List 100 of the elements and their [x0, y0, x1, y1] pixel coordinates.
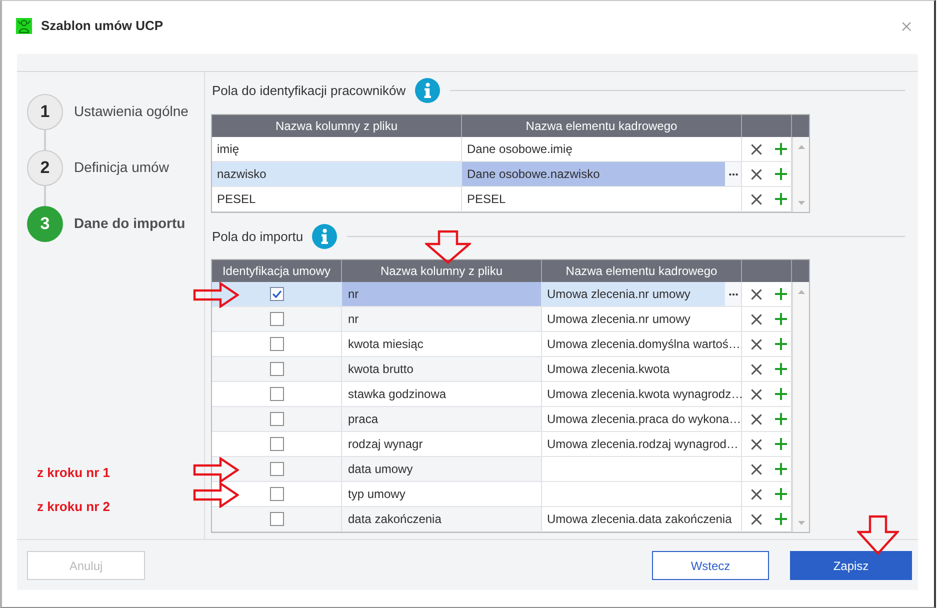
more-button[interactable]	[725, 162, 741, 186]
table-cell-text: typ umowy	[347, 486, 406, 503]
table-cell-text: Umowa zlecenia.data zakończenia	[546, 511, 733, 528]
plus-icon[interactable]	[775, 168, 787, 180]
cross-icon[interactable]	[751, 288, 762, 300]
more-button[interactable]	[725, 282, 741, 306]
scroll-up-icon[interactable]	[798, 145, 804, 149]
step-connector	[44, 186, 46, 206]
section-title: Pola do importu	[211, 229, 304, 244]
table-row[interactable]: praca Umowa zlecenia.praca do wykona…	[212, 407, 792, 432]
table-row[interactable]: rodzaj wynagr Umowa zlecenia.rodzaj wynagrod…	[212, 432, 792, 457]
table-cell-text: Umowa zlecenia.domyślna wartoś…	[546, 336, 741, 353]
plus-icon[interactable]	[775, 413, 787, 425]
table-row[interactable]: data zakończenia Umowa zlecenia.data zakończenia	[212, 507, 792, 532]
close-icon[interactable]	[902, 22, 911, 31]
plus-icon[interactable]	[775, 438, 787, 450]
scrollbar[interactable]	[792, 282, 809, 532]
cross-icon[interactable]	[751, 388, 762, 400]
checkbox[interactable]	[270, 312, 284, 326]
table-row[interactable]: nr Umowa zlecenia.nr umowy	[212, 282, 792, 307]
ellipsis-icon	[728, 292, 738, 296]
cross-icon[interactable]	[751, 338, 762, 350]
checkbox[interactable]	[270, 412, 284, 426]
step-label: Ustawienia ogólne	[74, 102, 188, 118]
app-icon	[16, 18, 32, 34]
cross-icon[interactable]	[751, 438, 762, 450]
plus-icon[interactable]	[775, 488, 787, 500]
step-label: Dane do importu	[74, 214, 186, 230]
table-cell-text: PESEL	[216, 191, 257, 208]
cross-icon[interactable]	[751, 514, 762, 524]
cross-icon[interactable]	[751, 144, 762, 154]
cross-icon[interactable]	[751, 168, 762, 180]
cross-icon[interactable]	[751, 194, 762, 204]
table-row[interactable]: kwota miesiąc Umowa zlecenia.domyślna wartoś…	[212, 332, 792, 357]
table-cell-text: praca	[347, 411, 380, 428]
plus-icon[interactable]	[775, 193, 787, 205]
scroll-down-icon[interactable]	[798, 521, 804, 525]
checkbox[interactable]	[270, 362, 284, 376]
step-label: Definicja umów	[74, 158, 169, 174]
table-row[interactable]: PESEL PESEL	[212, 187, 792, 212]
table-cell-text: Umowa zlecenia.praca do wykona…	[546, 411, 742, 428]
checkbox[interactable]	[270, 437, 284, 451]
cross-icon[interactable]	[751, 414, 762, 424]
table-cell-text: Umowa zlecenia.nr umowy	[546, 286, 692, 303]
table-cell-text: rodzaj wynagr	[347, 436, 424, 453]
checkbox[interactable]	[270, 462, 284, 476]
window-title: Szablon umów UCP	[41, 18, 164, 34]
table-cell-text: imię	[216, 141, 240, 158]
info-icon[interactable]	[414, 78, 440, 103]
scrollbar[interactable]	[792, 137, 809, 212]
back-button[interactable]: Wstecz	[652, 551, 769, 580]
checkbox[interactable]	[270, 487, 284, 501]
table-cell-text: nr	[347, 311, 360, 328]
checkbox[interactable]	[270, 512, 284, 526]
plus-icon[interactable]	[775, 363, 787, 375]
table-cell-text: Umowa zlecenia.kwota	[546, 361, 671, 378]
plus-icon[interactable]	[775, 313, 787, 325]
table-row[interactable]: nazwisko Dane osobowe.nazwisko	[212, 162, 792, 187]
plus-icon[interactable]	[775, 143, 787, 155]
scroll-up-icon[interactable]	[798, 290, 804, 294]
table-cell-text: data umowy	[347, 461, 414, 478]
table-row[interactable]: kwota brutto Umowa zlecenia.kwota	[212, 357, 792, 382]
plus-icon[interactable]	[775, 463, 787, 475]
table-row[interactable]: data umowy	[212, 457, 792, 482]
step-circle: 1	[27, 94, 63, 130]
table-row[interactable]: stawka godzinowa Umowa zlecenia.kwota wynagrodz…	[212, 382, 792, 407]
checkbox[interactable]	[270, 287, 284, 301]
cross-icon[interactable]	[751, 464, 762, 474]
info-icon[interactable]	[312, 224, 338, 249]
checkbox[interactable]	[270, 337, 284, 351]
plus-icon[interactable]	[775, 513, 787, 525]
step-circle: 2	[27, 150, 63, 186]
table-row[interactable]: typ umowy	[212, 482, 792, 507]
table-row[interactable]: nr Umowa zlecenia.nr umowy	[212, 307, 792, 332]
table-cell-text: kwota brutto	[347, 361, 414, 378]
step-connector	[44, 130, 46, 150]
step-circle: 3	[27, 206, 63, 242]
plus-icon[interactable]	[775, 288, 787, 300]
annotation-note: z kroku nr 1	[37, 465, 110, 481]
table-cell: Dane osobowe.nazwisko	[462, 162, 725, 186]
table-cell-text: Umowa zlecenia.rodzaj wynagrod…	[546, 436, 740, 453]
table-cell-text: data zakończenia	[347, 511, 442, 528]
plus-icon[interactable]	[775, 338, 787, 350]
table-cell-text: Dane osobowe.imię	[466, 141, 574, 158]
cross-icon[interactable]	[751, 314, 762, 324]
section-title: Pola do identyfikacji pracowników	[211, 83, 406, 98]
save-button[interactable]: Zapisz	[790, 551, 912, 580]
table-cell-text: nazwisko	[216, 166, 268, 183]
scroll-down-icon[interactable]	[798, 201, 804, 205]
table-cell: nr	[342, 282, 541, 306]
cross-icon[interactable]	[751, 488, 762, 500]
checkbox[interactable]	[270, 387, 284, 401]
table-cell-text: Umowa zlecenia.nr umowy	[546, 311, 692, 328]
plus-icon[interactable]	[775, 388, 787, 400]
table-cell-text: stawka godzinowa	[347, 386, 448, 403]
table-cell-text: PESEL	[466, 191, 507, 208]
cross-icon[interactable]	[751, 364, 762, 374]
annotation-note: z kroku nr 2	[37, 499, 110, 515]
table-row[interactable]: imię Dane osobowe.imię	[212, 137, 792, 162]
table-cell-text: kwota miesiąc	[347, 336, 424, 353]
